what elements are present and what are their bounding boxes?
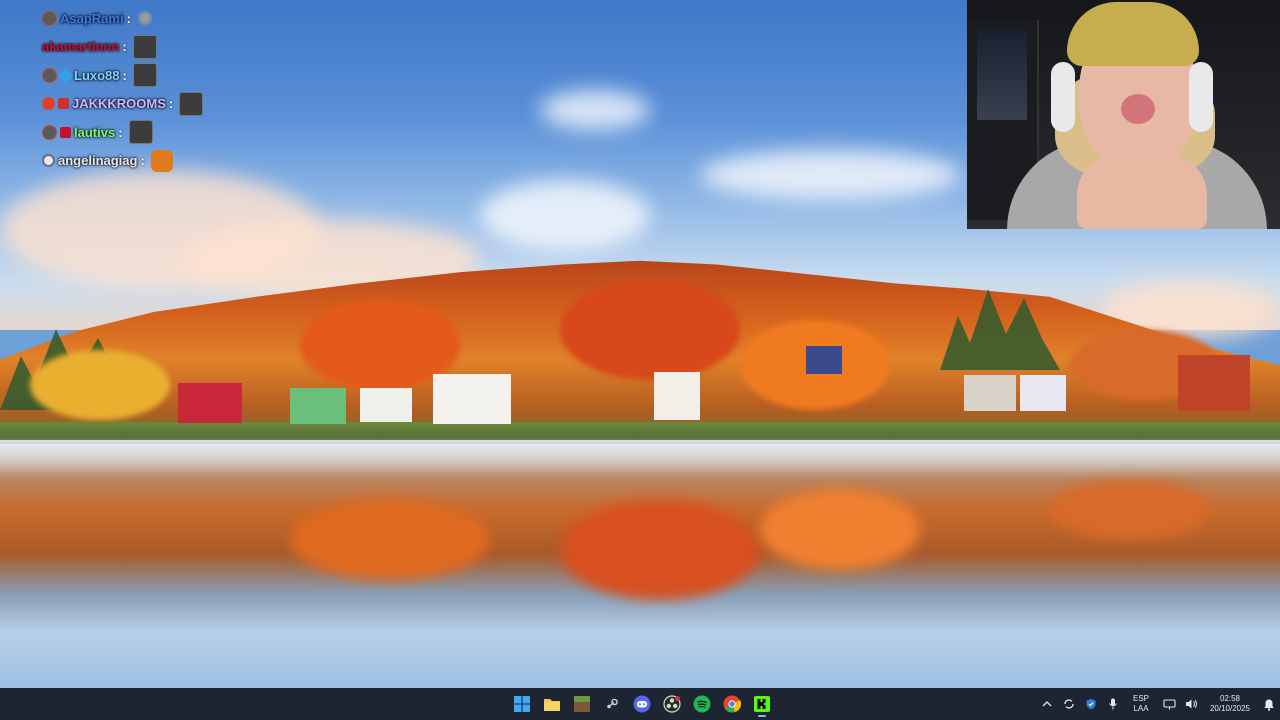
network-monitor-icon[interactable] <box>1158 688 1180 720</box>
show-hidden-icons-chevron-up-icon[interactable] <box>1036 688 1058 720</box>
wallpaper-reflection <box>560 500 760 600</box>
wallpaper-cloud <box>540 90 650 130</box>
badge-icon <box>42 10 57 26</box>
chat-username: JAKKKROOMS <box>72 96 166 112</box>
chat-username: Luxo88 <box>74 67 120 83</box>
taskbar: ESP LAA 02:58 20/10/2025 <box>0 688 1280 720</box>
chat-username: lautivs <box>74 124 116 140</box>
chat-username: angelinagiag <box>58 153 138 169</box>
chat-message: angelinagiag : <box>42 147 242 176</box>
discord-button[interactable] <box>630 690 654 718</box>
badge-icon <box>42 154 55 168</box>
wallpaper-house <box>654 372 700 420</box>
wallpaper-house <box>806 346 842 374</box>
wallpaper-reflection <box>290 500 490 580</box>
steam-icon <box>604 696 620 712</box>
chat-username: akamartinnn <box>42 39 120 55</box>
file-explorer-button[interactable] <box>540 690 564 718</box>
wallpaper-cloud <box>700 150 960 200</box>
monkey-emote-icon <box>128 120 153 145</box>
monkey-emote-icon <box>179 91 204 116</box>
chat-overlay: AsapRami : akamartinnn : Luxo88 : JAKKKR… <box>42 4 242 175</box>
monkey-emote-icon <box>132 63 157 88</box>
minecraft-button[interactable] <box>570 690 594 718</box>
language-code: ESP <box>1132 694 1149 703</box>
spotify-button[interactable] <box>690 690 714 718</box>
chat-username: AsapRami <box>60 10 124 26</box>
defender-shield-icon[interactable] <box>1080 688 1102 720</box>
spotify-icon <box>693 695 711 713</box>
wallpaper-house <box>178 383 242 423</box>
start-button[interactable] <box>510 690 534 718</box>
chat-separator: : <box>122 39 127 55</box>
pumpkin-emote-icon <box>150 149 173 172</box>
minecraft-icon <box>574 696 590 712</box>
discord-icon <box>633 695 651 713</box>
volume-icon[interactable] <box>1180 688 1202 720</box>
folder-icon <box>544 699 560 711</box>
wallpaper-house <box>290 388 346 424</box>
wallpaper-foliage <box>560 280 740 380</box>
chat-message: JAKKKROOMS : <box>42 90 242 119</box>
badge-icon <box>42 124 57 140</box>
diamond-badge-icon <box>57 67 74 84</box>
sync-icon[interactable] <box>1058 688 1080 720</box>
notification-bell-icon[interactable] <box>1258 688 1280 720</box>
wallpaper-reflection <box>760 490 920 570</box>
chat-separator: : <box>118 124 123 140</box>
monkey-emote-icon <box>132 34 157 59</box>
badge-icon <box>42 67 57 83</box>
wallpaper-reflection <box>1050 480 1210 540</box>
webcam-person <box>1077 155 1207 229</box>
taskbar-clock[interactable]: 02:58 20/10/2025 <box>1202 694 1258 714</box>
keyboard-layout-code: LAA <box>1133 704 1149 713</box>
webcam-person <box>1121 94 1155 124</box>
wallpaper-house <box>1020 375 1066 411</box>
chat-separator: : <box>126 10 131 26</box>
input-language-indicator[interactable]: ESP LAA <box>1124 694 1158 714</box>
chat-separator: : <box>140 153 145 169</box>
system-tray: ESP LAA 02:58 20/10/2025 <box>1036 688 1280 720</box>
chat-message: lautivs : <box>42 118 242 147</box>
smoke-emote-icon <box>136 9 153 28</box>
beanie <box>1067 2 1199 66</box>
chat-separator: : <box>122 67 127 83</box>
clock-date: 20/10/2025 <box>1209 704 1251 713</box>
steam-button[interactable] <box>600 690 624 718</box>
taskbar-apps <box>510 688 774 720</box>
windows-icon <box>514 696 530 712</box>
wallpaper-mist <box>0 440 1280 480</box>
kick-button[interactable] <box>750 690 774 718</box>
headphones-icon <box>1051 62 1075 132</box>
sub-badge-icon <box>58 98 69 110</box>
wallpaper-house <box>360 388 412 422</box>
wallpaper-building <box>1178 355 1250 411</box>
chat-separator: : <box>168 96 174 112</box>
microphone-icon[interactable] <box>1102 688 1124 720</box>
wallpaper-foliage <box>30 350 170 420</box>
wallpaper-house <box>433 374 511 424</box>
obs-icon <box>663 695 681 713</box>
chat-message: Luxo88 : <box>42 61 242 90</box>
webcam-background <box>977 30 1027 120</box>
chrome-button[interactable] <box>720 690 744 718</box>
sub-badge-icon <box>60 126 71 138</box>
wallpaper-cloud <box>480 180 650 250</box>
clock-time: 02:58 <box>1219 694 1241 703</box>
chat-message: akamartinnn : <box>42 33 242 62</box>
webcam-overlay <box>967 0 1280 229</box>
kick-icon <box>754 696 770 712</box>
badge-icon <box>42 97 55 111</box>
headphones-icon <box>1189 62 1213 132</box>
chat-message: AsapRami : <box>42 4 242 33</box>
obs-button[interactable] <box>660 690 684 718</box>
chrome-icon <box>723 695 741 713</box>
wallpaper-house <box>964 375 1016 411</box>
